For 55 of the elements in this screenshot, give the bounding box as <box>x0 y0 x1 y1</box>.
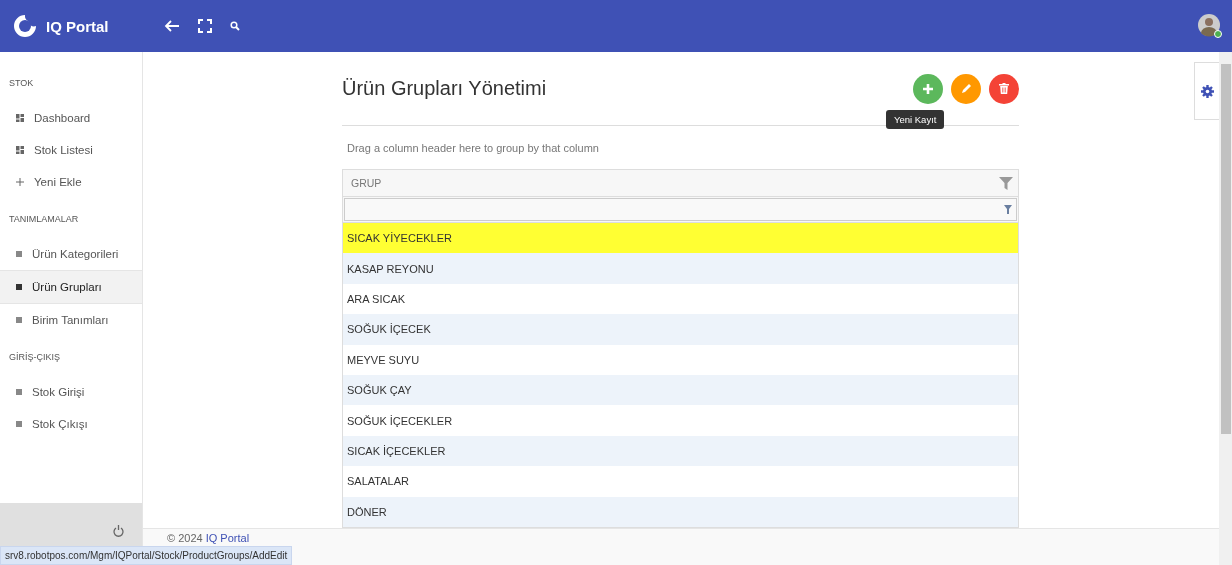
scrollbar[interactable] <box>1219 52 1232 565</box>
filter-field[interactable] <box>344 198 1017 221</box>
sidebar-item[interactable]: Stok Girişi <box>0 376 142 408</box>
sidebar-item[interactable]: Birim Tanımları <box>0 304 142 336</box>
square-icon <box>16 251 22 257</box>
table-row[interactable]: SOĞUK ÇAY <box>343 374 1018 406</box>
section-title: TANIMLAMALAR <box>8 213 80 226</box>
filter-icon[interactable] <box>999 176 1013 190</box>
settings-icon <box>1200 84 1214 98</box>
table-row[interactable]: ARA SICAK <box>343 283 1018 315</box>
section-title: GİRİŞ-ÇIKIŞ <box>8 351 61 364</box>
filter-icon[interactable] <box>1004 205 1012 214</box>
plus-icon <box>923 83 933 94</box>
power-icon[interactable] <box>113 525 124 537</box>
square-icon <box>16 317 22 323</box>
add-button[interactable] <box>913 73 943 104</box>
square-icon <box>16 389 22 395</box>
square-icon <box>16 421 22 427</box>
table-row[interactable]: SOĞUK İÇECEK <box>343 314 1018 345</box>
column-header[interactable]: GRUP <box>343 170 1018 197</box>
search-button[interactable] <box>230 21 240 31</box>
table-row[interactable]: MEYVE SUYU <box>343 344 1018 375</box>
sidebar-item[interactable]: Stok Çıkışı <box>0 408 142 440</box>
page-title: Ürün Grupları Yönetimi <box>342 77 548 100</box>
grid-icon <box>16 114 24 122</box>
sidebar-item[interactable]: Yeni Ekle <box>0 166 142 198</box>
sidebar-item[interactable]: Ürün Kategorileri <box>0 238 142 270</box>
tooltip: Yeni Kayıt <box>886 110 945 129</box>
group-panel-hint: Drag a column header here to group by that column <box>346 141 600 156</box>
table-row[interactable]: SALATALAR <box>343 466 1018 497</box>
pencil-icon <box>960 83 972 94</box>
table-row[interactable]: SICAK İÇECEKLER <box>343 435 1018 467</box>
status-url: srv8.robotpos.com/Mgm/IQPortal/Stock/ProductGroups/AddEdit <box>0 546 293 565</box>
plus-icon <box>16 178 24 186</box>
table-row[interactable]: SICAK YİYECEKLER <box>343 223 1018 254</box>
trash-icon <box>999 83 1009 94</box>
footer-link[interactable]: IQ Portal <box>205 532 250 544</box>
table-row[interactable]: DÖNER <box>343 496 1018 527</box>
sidebar-item[interactable]: Ürün Grupları <box>0 270 142 304</box>
table-row[interactable]: SOĞUK İÇECEKLER <box>343 405 1018 436</box>
square-icon <box>16 284 22 290</box>
fullscreen-button[interactable] <box>198 19 212 33</box>
copyright-text: © 2024 <box>167 532 204 544</box>
logo-icon <box>12 13 38 39</box>
settings-tab[interactable] <box>1194 62 1219 120</box>
section-title: STOK <box>8 77 35 90</box>
grid-icon <box>16 146 24 154</box>
app-name: IQ Portal <box>46 17 110 35</box>
avatar-icon[interactable] <box>1198 14 1222 38</box>
sidebar-item[interactable]: Dashboard <box>0 102 142 134</box>
back-button[interactable] <box>164 18 180 34</box>
delete-button[interactable] <box>989 73 1019 104</box>
table-row[interactable]: KASAP REYONU <box>343 253 1018 284</box>
edit-button[interactable] <box>951 73 981 104</box>
sidebar-item[interactable]: Stok Listesi <box>0 134 142 166</box>
